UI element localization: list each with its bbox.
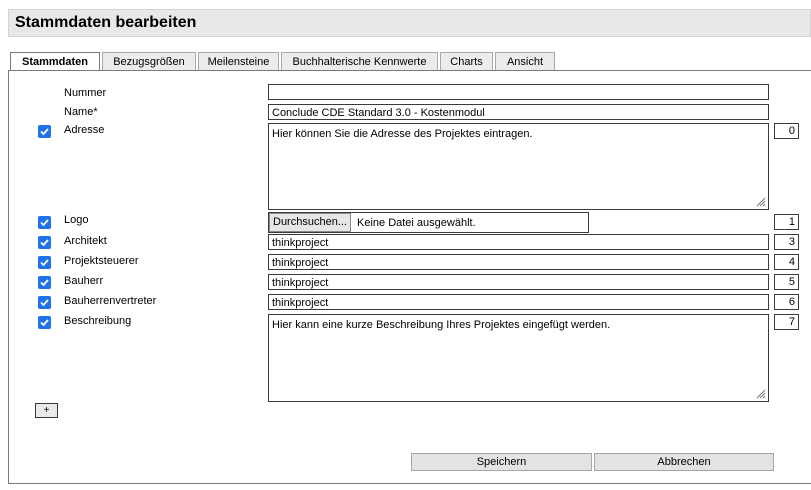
check-icon xyxy=(40,219,49,227)
adresse-order[interactable]: 0 xyxy=(774,123,799,139)
projektsteuerer-label: Projektsteuerer xyxy=(64,255,139,267)
tab-meilensteine[interactable]: Meilensteine xyxy=(198,52,279,71)
logo-order[interactable]: 1 xyxy=(774,214,799,230)
beschreibung-checkbox[interactable] xyxy=(38,316,51,329)
name-field[interactable]: Conclude CDE Standard 3.0 - Kostenmodul xyxy=(268,104,769,120)
check-icon xyxy=(40,239,49,247)
bauherr-field[interactable]: thinkproject xyxy=(268,274,769,290)
tab-ansicht[interactable]: Ansicht xyxy=(495,52,555,71)
architekt-label: Architekt xyxy=(64,235,107,247)
check-icon xyxy=(40,299,49,307)
add-field-button[interactable]: + xyxy=(35,403,58,418)
resize-grip-icon[interactable] xyxy=(755,388,766,399)
tab-bezugsgroessen[interactable]: Bezugsgrößen xyxy=(102,52,196,71)
name-label: Name* xyxy=(64,106,98,118)
adresse-text: Hier können Sie die Adresse des Projekte… xyxy=(272,128,533,140)
check-icon xyxy=(40,279,49,287)
projektsteuerer-field[interactable]: thinkproject xyxy=(268,254,769,270)
bauherrenvertreter-field[interactable]: thinkproject xyxy=(268,294,769,310)
nummer-label: Nummer xyxy=(64,87,107,99)
page-title: Stammdaten bearbeiten xyxy=(15,14,197,31)
tab-charts[interactable]: Charts xyxy=(440,52,493,71)
title-bar: Stammdaten bearbeiten xyxy=(8,9,811,37)
nummer-field[interactable] xyxy=(268,84,769,100)
architekt-field[interactable]: thinkproject xyxy=(268,234,769,250)
file-status: Keine Datei ausgewählt. xyxy=(357,217,476,229)
adresse-label: Adresse xyxy=(64,124,105,136)
bauherrenvertreter-order[interactable]: 6 xyxy=(774,294,799,310)
resize-grip-icon[interactable] xyxy=(755,196,766,207)
bauherrenvertreter-label: Bauherrenvertreter xyxy=(64,295,157,307)
adresse-checkbox[interactable] xyxy=(38,125,51,138)
bauherr-checkbox[interactable] xyxy=(38,276,51,289)
cancel-button[interactable]: Abbrechen xyxy=(594,453,774,471)
check-icon xyxy=(40,259,49,267)
logo-file-input[interactable]: Durchsuchen... Keine Datei ausgewählt. xyxy=(268,212,589,233)
beschreibung-textarea[interactable]: Hier kann eine kurze Beschreibung Ihres … xyxy=(268,314,769,402)
beschreibung-label: Beschreibung xyxy=(64,315,132,327)
bauherr-label: Bauherr xyxy=(64,275,104,287)
check-icon xyxy=(40,319,49,327)
logo-label: Logo xyxy=(64,214,89,226)
bauherr-order[interactable]: 5 xyxy=(774,274,799,290)
logo-checkbox[interactable] xyxy=(38,216,51,229)
beschreibung-text: Hier kann eine kurze Beschreibung Ihres … xyxy=(272,319,611,331)
tab-stammdaten[interactable]: Stammdaten xyxy=(10,52,100,72)
save-button[interactable]: Speichern xyxy=(411,453,592,471)
beschreibung-order[interactable]: 7 xyxy=(774,314,799,330)
adresse-textarea[interactable]: Hier können Sie die Adresse des Projekte… xyxy=(268,123,769,210)
bauherrenvertreter-checkbox[interactable] xyxy=(38,296,51,309)
browse-button[interactable]: Durchsuchen... xyxy=(269,213,351,232)
architekt-order[interactable]: 3 xyxy=(774,234,799,250)
tab-buchhalterische-kennwerte[interactable]: Buchhalterische Kennwerte xyxy=(281,52,438,71)
architekt-checkbox[interactable] xyxy=(38,236,51,249)
projektsteuerer-checkbox[interactable] xyxy=(38,256,51,269)
check-icon xyxy=(40,128,49,136)
projektsteuerer-order[interactable]: 4 xyxy=(774,254,799,270)
